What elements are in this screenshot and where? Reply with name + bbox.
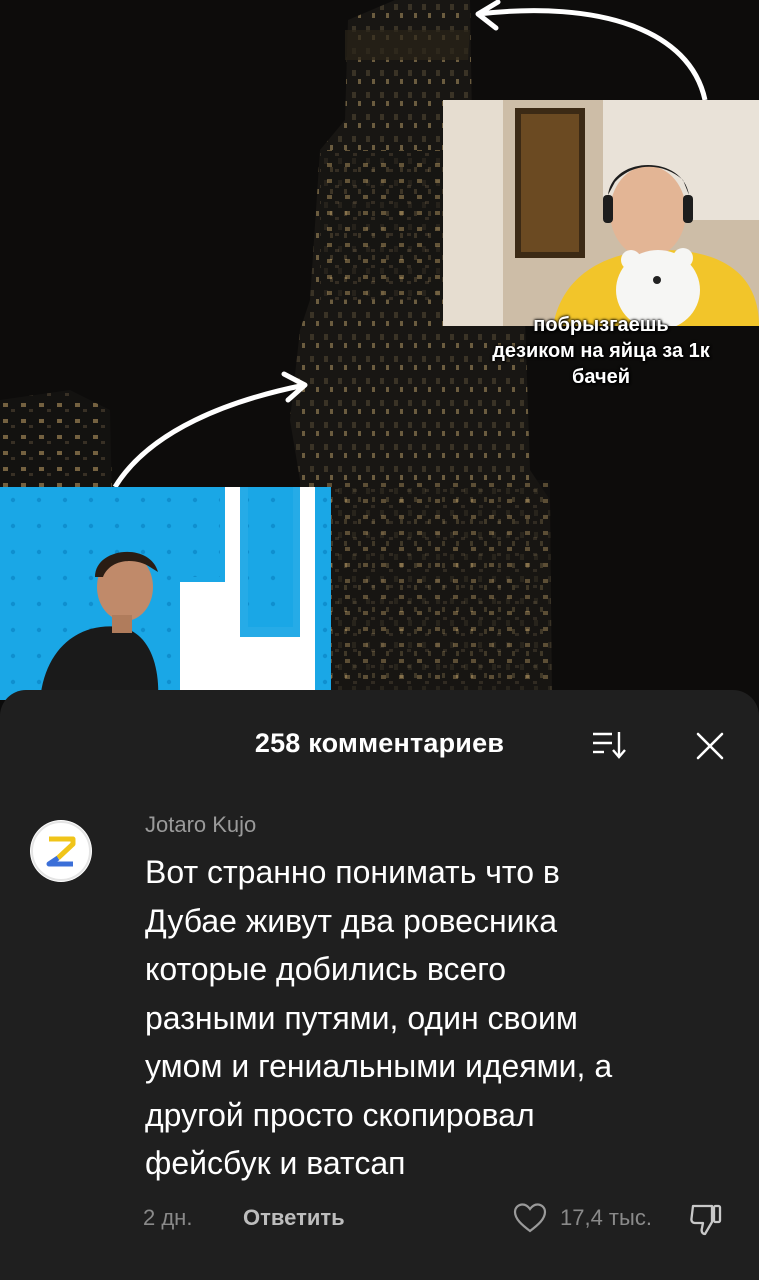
like-count: 17,4 тыс.: [560, 1205, 652, 1230]
speaker-inset-image: [0, 487, 331, 700]
video-caption: побрызгаешь дезиком на яйца за 1к бачей: [492, 314, 710, 388]
comment-meta: 2 дн. Ответить 17,4 тыс.: [0, 1200, 759, 1240]
heart-outline-icon: [513, 1203, 547, 1233]
dislike-button[interactable]: [686, 1200, 726, 1240]
sort-icon: [593, 732, 626, 759]
comments-header: 258 комментариев: [0, 690, 759, 800]
comment-time: 2 дн.: [143, 1205, 193, 1230]
thumbs-down-icon: [690, 1204, 722, 1236]
streamer-inset-image: [443, 100, 759, 326]
comment-item: Jotaro Kujo Вот странно понимать что в Д…: [0, 800, 759, 1240]
sort-button[interactable]: [590, 728, 630, 762]
close-icon: [696, 732, 724, 760]
comments-sheet: 258 комментариев Jotaro Kujo Вот странно…: [0, 690, 759, 1280]
comment-text: Вот странно понимать что в Дубае живут д…: [145, 854, 613, 1181]
video-player[interactable]: побрызгаешь дезиком на яйца за 1к бачей: [0, 0, 759, 700]
avatar[interactable]: [30, 820, 92, 882]
reply-button[interactable]: Ответить: [243, 1205, 345, 1231]
comment-author[interactable]: Jotaro Kujo: [145, 812, 256, 838]
comments-count: 258 комментариев: [254, 728, 505, 758]
close-button[interactable]: [690, 726, 730, 766]
